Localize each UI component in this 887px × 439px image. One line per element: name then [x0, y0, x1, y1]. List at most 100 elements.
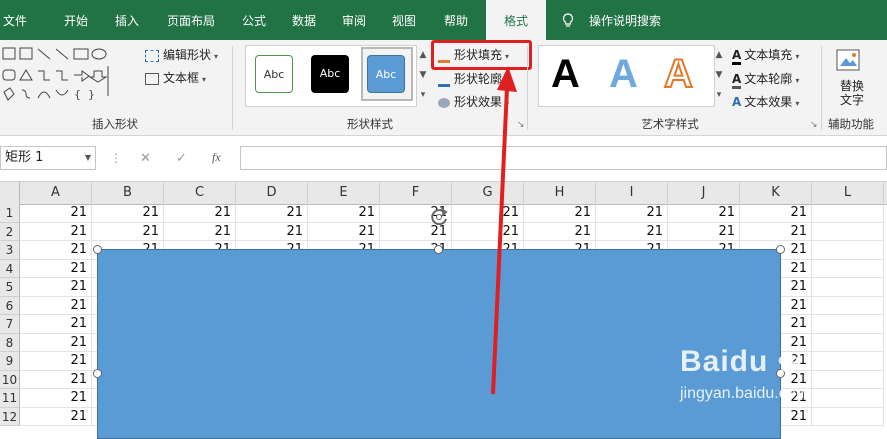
cell-a9[interactable]: 21 — [20, 352, 92, 371]
chevron-up-icon[interactable]: ▲ — [415, 45, 431, 65]
cell-a8[interactable]: 21 — [20, 333, 92, 352]
column-header-i[interactable]: I — [596, 182, 668, 204]
cell-l7[interactable] — [812, 315, 884, 334]
cell-a7[interactable]: 21 — [20, 315, 92, 334]
wordart-gallery-scroll[interactable]: ▲ ▼ ▾ — [712, 45, 726, 107]
cell-b2[interactable]: 21 — [92, 222, 164, 241]
column-header-b[interactable]: B — [92, 182, 164, 204]
select-all-button[interactable] — [0, 182, 20, 204]
column-header-j[interactable]: J — [668, 182, 740, 204]
row-header-5[interactable]: 5 — [0, 278, 20, 297]
formula-input[interactable] — [240, 146, 887, 170]
cell-l11[interactable] — [812, 389, 884, 408]
chevron-down-icon[interactable]: ▼ — [712, 65, 726, 85]
text-box-button[interactable]: 文本框 ▾ — [145, 69, 206, 86]
chevron-down-icon[interactable]: ▼ — [415, 65, 431, 85]
cell-a1[interactable]: 21 — [20, 204, 92, 223]
cell-h2[interactable]: 21 — [524, 222, 596, 241]
column-header-a[interactable]: A — [20, 182, 92, 204]
shape-style-preset-3[interactable]: Abc — [367, 55, 405, 93]
cell-a2[interactable]: 21 — [20, 222, 92, 241]
cell-a4[interactable]: 21 — [20, 259, 92, 278]
column-header-k[interactable]: K — [740, 182, 812, 204]
cell-l1[interactable] — [812, 204, 884, 223]
cancel-icon[interactable]: ✕ — [140, 151, 151, 166]
wordart-preset-orange[interactable]: A — [663, 50, 694, 98]
cell-c2[interactable]: 21 — [164, 222, 236, 241]
cell-d1[interactable]: 21 — [236, 204, 308, 223]
tab-review[interactable]: 审阅 — [334, 0, 374, 40]
shape-style-preset-2[interactable]: Abc — [311, 55, 349, 93]
rectangle-shape[interactable] — [97, 249, 781, 439]
gallery-scroll[interactable]: ▲ ▼ ▾ — [415, 45, 431, 107]
row-header-8[interactable]: 8 — [0, 333, 20, 352]
cell-b1[interactable]: 21 — [92, 204, 164, 223]
text-fill-button[interactable]: A 文本填充 ▾ — [732, 46, 799, 65]
rotate-handle-icon[interactable] — [428, 206, 450, 228]
cell-l6[interactable] — [812, 296, 884, 315]
enter-icon[interactable]: ✓ — [176, 151, 187, 166]
chevron-down-icon[interactable]: ▼ — [85, 147, 91, 169]
alt-text-button[interactable]: 替换 文字 — [834, 46, 870, 107]
tab-page-layout[interactable]: 页面布局 — [163, 0, 219, 40]
cell-l5[interactable] — [812, 278, 884, 297]
shapes-gallery[interactable]: {} — [2, 46, 122, 106]
shape-style-preset-1[interactable]: Abc — [255, 55, 293, 93]
text-effects-button[interactable]: A 文本效果 ▾ — [732, 93, 799, 110]
cell-k2[interactable]: 21 — [740, 222, 812, 241]
cell-c1[interactable]: 21 — [164, 204, 236, 223]
cell-l10[interactable] — [812, 370, 884, 389]
cell-l8[interactable] — [812, 333, 884, 352]
row-header-11[interactable]: 11 — [0, 389, 20, 408]
tab-home[interactable]: 开始 — [56, 0, 96, 40]
cell-e1[interactable]: 21 — [308, 204, 380, 223]
text-outline-button[interactable]: A 文本轮廓 ▾ — [732, 70, 799, 89]
edit-shape-button[interactable]: 编辑形状 ▾ — [145, 46, 218, 63]
row-header-1[interactable]: 1 — [0, 204, 20, 223]
cell-a6[interactable]: 21 — [20, 296, 92, 315]
cell-l4[interactable] — [812, 259, 884, 278]
row-header-12[interactable]: 12 — [0, 407, 20, 426]
tell-me-search[interactable]: 操作说明搜索 — [585, 0, 665, 40]
wordart-preset-black[interactable]: A — [551, 50, 580, 98]
tab-file[interactable]: 文件 — [0, 0, 30, 40]
gallery-more-icon[interactable]: ▾ — [415, 85, 431, 105]
resize-handle[interactable] — [776, 245, 785, 254]
column-header-f[interactable]: F — [380, 182, 452, 204]
cell-i2[interactable]: 21 — [596, 222, 668, 241]
tab-insert[interactable]: 插入 — [107, 0, 147, 40]
row-header-7[interactable]: 7 — [0, 315, 20, 334]
cell-a5[interactable]: 21 — [20, 278, 92, 297]
row-header-2[interactable]: 2 — [0, 222, 20, 241]
cell-a3[interactable]: 21 — [20, 241, 92, 260]
row-header-3[interactable]: 3 — [0, 241, 20, 260]
cell-h1[interactable]: 21 — [524, 204, 596, 223]
tab-help[interactable]: 帮助 — [436, 0, 476, 40]
cell-i1[interactable]: 21 — [596, 204, 668, 223]
row-header-9[interactable]: 9 — [0, 352, 20, 371]
resize-handle[interactable] — [93, 245, 102, 254]
tab-view[interactable]: 视图 — [384, 0, 424, 40]
name-box[interactable]: 矩形 1 ▼ — [0, 146, 96, 170]
column-header-h[interactable]: H — [524, 182, 596, 204]
cell-k1[interactable]: 21 — [740, 204, 812, 223]
tab-format[interactable]: 格式 — [486, 0, 546, 40]
column-header-e[interactable]: E — [308, 182, 380, 204]
tab-formulas[interactable]: 公式 — [234, 0, 274, 40]
cell-l3[interactable] — [812, 241, 884, 260]
column-header-l[interactable]: L — [812, 182, 884, 204]
resize-handle[interactable] — [434, 245, 443, 254]
dialog-launcher-icon[interactable]: ↘ — [810, 120, 818, 130]
chevron-up-icon[interactable]: ▲ — [712, 45, 726, 65]
gallery-more-icon[interactable]: ▾ — [712, 85, 726, 105]
cell-e2[interactable]: 21 — [308, 222, 380, 241]
cell-l9[interactable] — [812, 352, 884, 371]
row-header-10[interactable]: 10 — [0, 370, 20, 389]
wordart-preset-blue[interactable]: A — [609, 50, 638, 98]
cell-j1[interactable]: 21 — [668, 204, 740, 223]
row-header-4[interactable]: 4 — [0, 259, 20, 278]
column-header-d[interactable]: D — [236, 182, 308, 204]
cell-l12[interactable] — [812, 407, 884, 426]
cell-j2[interactable]: 21 — [668, 222, 740, 241]
resize-handle[interactable] — [93, 369, 102, 378]
